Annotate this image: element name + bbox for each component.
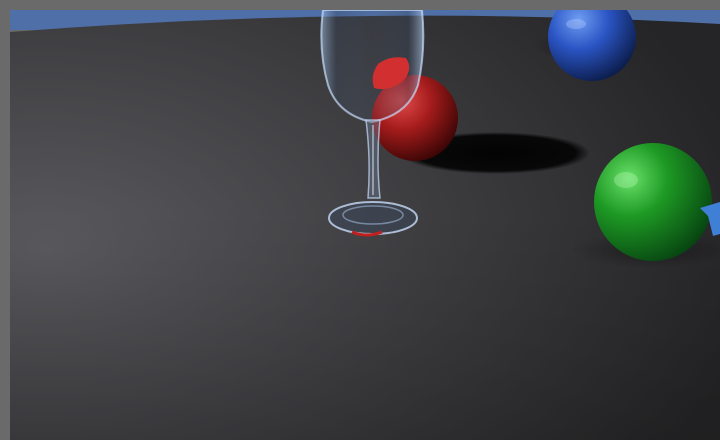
scene-canvas xyxy=(10,10,720,440)
blue-sphere-highlight xyxy=(566,19,586,29)
raytraced-scene xyxy=(10,10,720,440)
green-sphere xyxy=(594,143,712,261)
glass-foot xyxy=(328,201,418,235)
green-sphere-highlight xyxy=(614,172,638,188)
render-frame xyxy=(0,0,720,440)
